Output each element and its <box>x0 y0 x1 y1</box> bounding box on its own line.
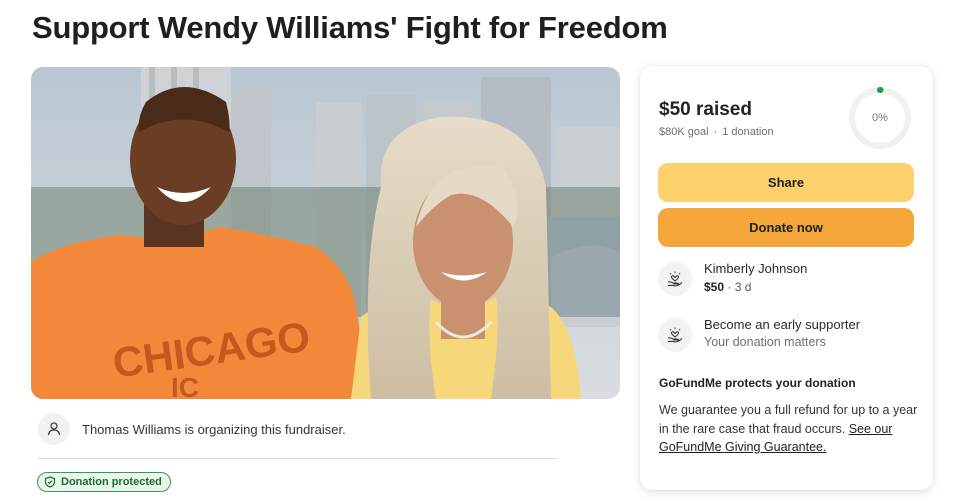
amount-raised: $50 raised <box>659 99 752 120</box>
early-supporter-subtitle: Your donation matters <box>704 335 826 349</box>
heart-hand-icon <box>658 318 692 352</box>
donation-count: 1 donation <box>722 126 774 138</box>
person-icon <box>38 413 70 445</box>
goal-info: $80K goal · 1 donation <box>659 126 774 138</box>
shirt-subtext: IC <box>171 372 199 399</box>
donation-card: $50 raised $80K goal · 1 donation 0% Share… <box>640 66 933 490</box>
fundraiser-photo: CHICAGO IC <box>31 67 620 399</box>
organizer-text: Thomas Williams is organizing this fundr… <box>82 421 346 437</box>
protection-title: GoFundMe protects your donation <box>659 376 856 390</box>
protection-body: We guarantee you a full refund for up to… <box>659 401 921 457</box>
divider <box>38 458 558 459</box>
early-supporter-title: Become an early supporter <box>704 317 861 332</box>
shield-check-icon <box>44 476 56 488</box>
heart-hand-icon <box>658 262 692 296</box>
donor-name: Kimberly Johnson <box>704 261 808 276</box>
recent-donation: Kimberly Johnson $50 · 3 d <box>658 261 807 296</box>
progress-percent: 0% <box>872 112 888 124</box>
share-button[interactable]: Share <box>658 163 914 202</box>
donor-time: 3 d <box>734 280 752 294</box>
badge-label: Donation protected <box>61 476 162 488</box>
donation-protected-badge[interactable]: Donation protected <box>37 472 171 492</box>
early-supporter: Become an early supporter Your donation … <box>658 317 860 352</box>
donor-amount: $50 <box>704 280 725 294</box>
organizer-row: Thomas Williams is organizing this fundr… <box>38 413 346 445</box>
goal-amount: $80K goal <box>659 126 709 138</box>
page-title: Support Wendy Williams' Fight for Freedo… <box>32 10 668 45</box>
donate-now-button[interactable]: Donate now <box>658 208 914 247</box>
